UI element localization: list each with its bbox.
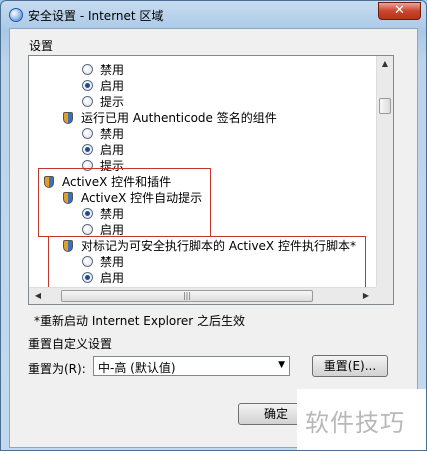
reset-level-value: 中-高 (默认值) [98,361,176,375]
watermark: 软件技巧 [297,389,426,450]
title-bar[interactable]: 安全设置 - Internet 区域 ✕ [1,1,426,27]
vertical-scroll-thumb[interactable] [379,98,391,114]
highlight-box-script [48,236,366,289]
list-item-label: 提示 [100,95,125,109]
list-item-label: 启用 [100,143,125,157]
scroll-left-icon[interactable]: ◀ [31,289,45,303]
scroll-up-icon[interactable]: ▲ [378,57,392,71]
reset-level-select[interactable]: 中-高 (默认值) ▼ [93,356,290,376]
close-icon: ✕ [394,3,405,18]
list-item-label: 禁用 [100,127,125,141]
reset-group-title: 重置自定义设置 [28,337,113,351]
watermark-text: 软件技巧 [305,409,405,437]
shield-icon [63,112,73,124]
radio-unchecked-icon[interactable] [82,64,93,75]
scroll-right-icon[interactable]: ▶ [359,289,373,303]
settings-label: 设置 [29,39,54,53]
reset-button[interactable]: 重置(E)... [312,355,388,377]
settings-list[interactable]: 禁用 启用 提示 运行已用 Authenticode 签名的组件 禁用 启用 提示 Activ… [28,55,394,305]
horizontal-scrollbar[interactable]: ◀ ||| ▶ [29,287,376,304]
security-settings-window: 安全设置 - Internet 区域 ✕ 设置 禁用 启用 提示 运行已用 Authe… [0,0,427,451]
horizontal-scroll-thumb[interactable]: ||| [61,290,313,302]
scrollbar-corner [376,287,393,304]
chevron-down-icon: ▼ [278,360,285,370]
list-item-label: 运行已用 Authenticode 签名的组件 [81,111,277,125]
reset-to-label: 重置为(R): [28,362,86,376]
window-title: 安全设置 - Internet 区域 [28,9,164,23]
radio-unchecked-icon[interactable] [82,96,93,107]
vertical-scrollbar[interactable]: ▲ [376,56,393,288]
internet-explorer-icon [9,8,23,22]
highlight-box-activex [38,168,211,237]
radio-checked-icon[interactable] [82,80,93,91]
restart-note: *重新启动 Internet Explorer 之后生效 [34,314,246,328]
close-button[interactable]: ✕ [378,2,421,20]
list-item-label: 禁用 [100,63,125,77]
list-item-label: 启用 [100,79,125,93]
radio-unchecked-icon[interactable] [82,128,93,139]
radio-checked-icon[interactable] [82,144,93,155]
